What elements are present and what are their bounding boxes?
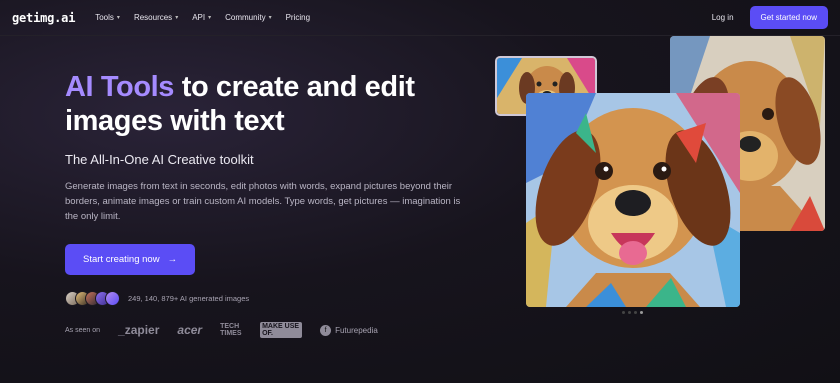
chevron-down-icon: ▾ (175, 15, 179, 21)
nav-actions: Log in Get started now (712, 6, 828, 29)
brand-logo-techtimes: TECH TIMES (220, 323, 242, 337)
hero-title-accent: AI Tools (65, 71, 175, 103)
get-started-button[interactable]: Get started now (749, 6, 828, 29)
carousel-dot[interactable] (628, 311, 631, 314)
nav-tools-label: Tools (95, 13, 114, 22)
brand-logo-acer: acer (177, 323, 203, 337)
as-seen-on-label: As seen on (65, 326, 101, 334)
avatar-group (65, 291, 120, 306)
carousel-dot-active[interactable] (640, 311, 643, 314)
start-creating-label: Start creating now (83, 254, 160, 265)
stats-text: 249, 140, 879+ AI generated images (128, 294, 250, 303)
arrow-right-icon: → (167, 254, 178, 265)
chevron-down-icon: ▾ (268, 15, 272, 21)
hero-subtitle: The All-In-One AI Creative toolkit (65, 152, 254, 167)
start-creating-button[interactable]: Start creating now → (65, 244, 196, 275)
image-stats: 249, 140, 879+ AI generated images (65, 291, 485, 306)
chevron-down-icon: ▾ (116, 15, 120, 21)
carousel-dot[interactable] (634, 311, 637, 314)
nav-resources[interactable]: Resources ▾ (134, 13, 178, 22)
brand-logo-futurepedia: f Futurepedia (320, 324, 378, 336)
avatar (105, 291, 120, 306)
nav-api-label: API (192, 13, 206, 22)
futurepedia-label: Futurepedia (335, 325, 378, 335)
brand-logo-zapier: _zapier (118, 323, 160, 337)
carousel-dot[interactable] (622, 311, 625, 314)
hero-title: AI Tools to create and edit images with … (65, 70, 485, 138)
as-seen-on: As seen on _zapier acer TECH TIMES MAKE … (65, 322, 485, 338)
logo[interactable]: getimg.ai (12, 11, 75, 25)
nav-pricing[interactable]: Pricing (286, 13, 310, 22)
nav-community[interactable]: Community ▾ (225, 13, 271, 22)
nav-resources-label: Resources (133, 13, 173, 22)
nav-api[interactable]: API ▾ (192, 13, 211, 22)
futurepedia-icon: f (320, 324, 332, 336)
hero-section: AI Tools to create and edit images with … (65, 70, 485, 338)
carousel-dots (622, 311, 643, 314)
dog-painting-main-art (526, 93, 740, 307)
brand-logo-makeuseof: MAKE USE OF. (260, 322, 303, 338)
chevron-down-icon: ▾ (208, 15, 212, 21)
dog-painting-main (526, 93, 740, 307)
nav-community-label: Community (225, 13, 266, 22)
top-nav: getimg.ai Tools ▾ Resources ▾ API ▾ Comm… (0, 0, 840, 36)
nav-pricing-label: Pricing (285, 13, 311, 22)
hero-description: Generate images from text in seconds, ed… (65, 181, 461, 222)
nav-tools[interactable]: Tools ▾ (95, 13, 120, 22)
login-link[interactable]: Log in (712, 13, 734, 22)
